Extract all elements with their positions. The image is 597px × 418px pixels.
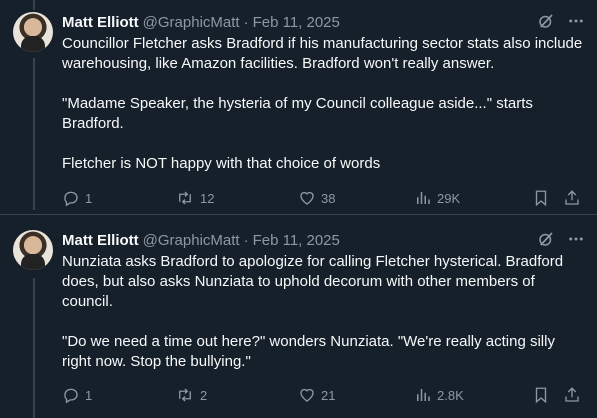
separator: · [243,13,249,31]
like-button[interactable]: 38 [298,189,335,207]
tweet[interactable]: Matt Elliott @GraphicMatt · Feb 11, 2025… [0,230,597,418]
retweet-icon [179,191,191,205]
retweet-button[interactable]: 2 [175,386,207,404]
tweet-paragraph: Nunziata asks Bradford to apologize for … [62,253,564,310]
like-count: 21 [321,387,336,403]
retweet-button[interactable]: 12 [175,189,214,207]
reply-button[interactable]: 1 [62,189,92,207]
thread-line-top [33,0,35,10]
author-handle[interactable]: @GraphicMatt [143,232,240,249]
reply-button[interactable]: 1 [62,386,92,404]
bookmark-button[interactable] [532,386,550,404]
like-icon [300,388,314,402]
grok-icon[interactable] [537,12,555,34]
retweet-count: 12 [200,190,215,206]
tweet-text: Nunziata asks Bradford to apologize for … [62,252,586,372]
author-name[interactable]: Matt Elliott [62,232,139,249]
bookmark-icon [535,387,547,404]
share-button[interactable] [563,189,581,207]
like-button[interactable]: 21 [298,386,335,404]
views-icon [417,192,430,204]
retweet-icon [179,388,191,402]
views-count: 2.8K [437,387,464,403]
reply-icon [64,388,78,404]
action-bar: 1 2 21 2.8K [62,385,586,405]
bookmark-button[interactable] [532,189,550,207]
more-icon[interactable] [567,12,585,34]
bookmark-icon [535,190,547,207]
tweet-divider [0,214,597,215]
views-count: 29K [437,190,461,206]
like-icon [300,191,314,205]
share-icon [565,387,579,402]
tweet-date[interactable]: Feb 11, 2025 [253,232,340,249]
share-button[interactable] [563,386,581,404]
avatar[interactable] [13,230,53,270]
avatar[interactable] [13,12,53,52]
views-button[interactable]: 2.8K [414,386,464,404]
share-icon [565,190,579,205]
tweet-paragraph: Fletcher is NOT happy with that choice o… [62,155,381,172]
tweet-paragraph: "Madame Speaker, the hysteria of my Coun… [62,95,533,132]
author-name[interactable]: Matt Elliott [62,14,139,31]
tweet-header: Matt Elliott @GraphicMatt · Feb 11, 2025 [62,230,585,250]
reply-count: 1 [85,190,93,206]
tweet-paragraph: "Do we need a time out here?" wonders Nu… [62,333,555,370]
more-icon[interactable] [567,230,585,252]
like-count: 38 [321,190,336,206]
author-handle[interactable]: @GraphicMatt [143,14,240,31]
reply-icon [64,191,78,207]
action-bar: 1 12 38 29K [62,188,586,208]
retweet-count: 2 [200,387,208,403]
tweet-header: Matt Elliott @GraphicMatt · Feb 11, 2025 [62,12,585,32]
tweet-paragraph: Councillor Fletcher asks Bradford if his… [62,35,583,72]
tweet[interactable]: Matt Elliott @GraphicMatt · Feb 11, 2025… [0,12,597,222]
grok-icon[interactable] [537,230,555,252]
tweet-text: Councillor Fletcher asks Bradford if his… [62,34,586,174]
separator: · [243,231,249,249]
views-button[interactable]: 29K [414,189,460,207]
reply-count: 1 [85,387,93,403]
views-icon [417,389,430,401]
tweet-date[interactable]: Feb 11, 2025 [253,14,340,31]
